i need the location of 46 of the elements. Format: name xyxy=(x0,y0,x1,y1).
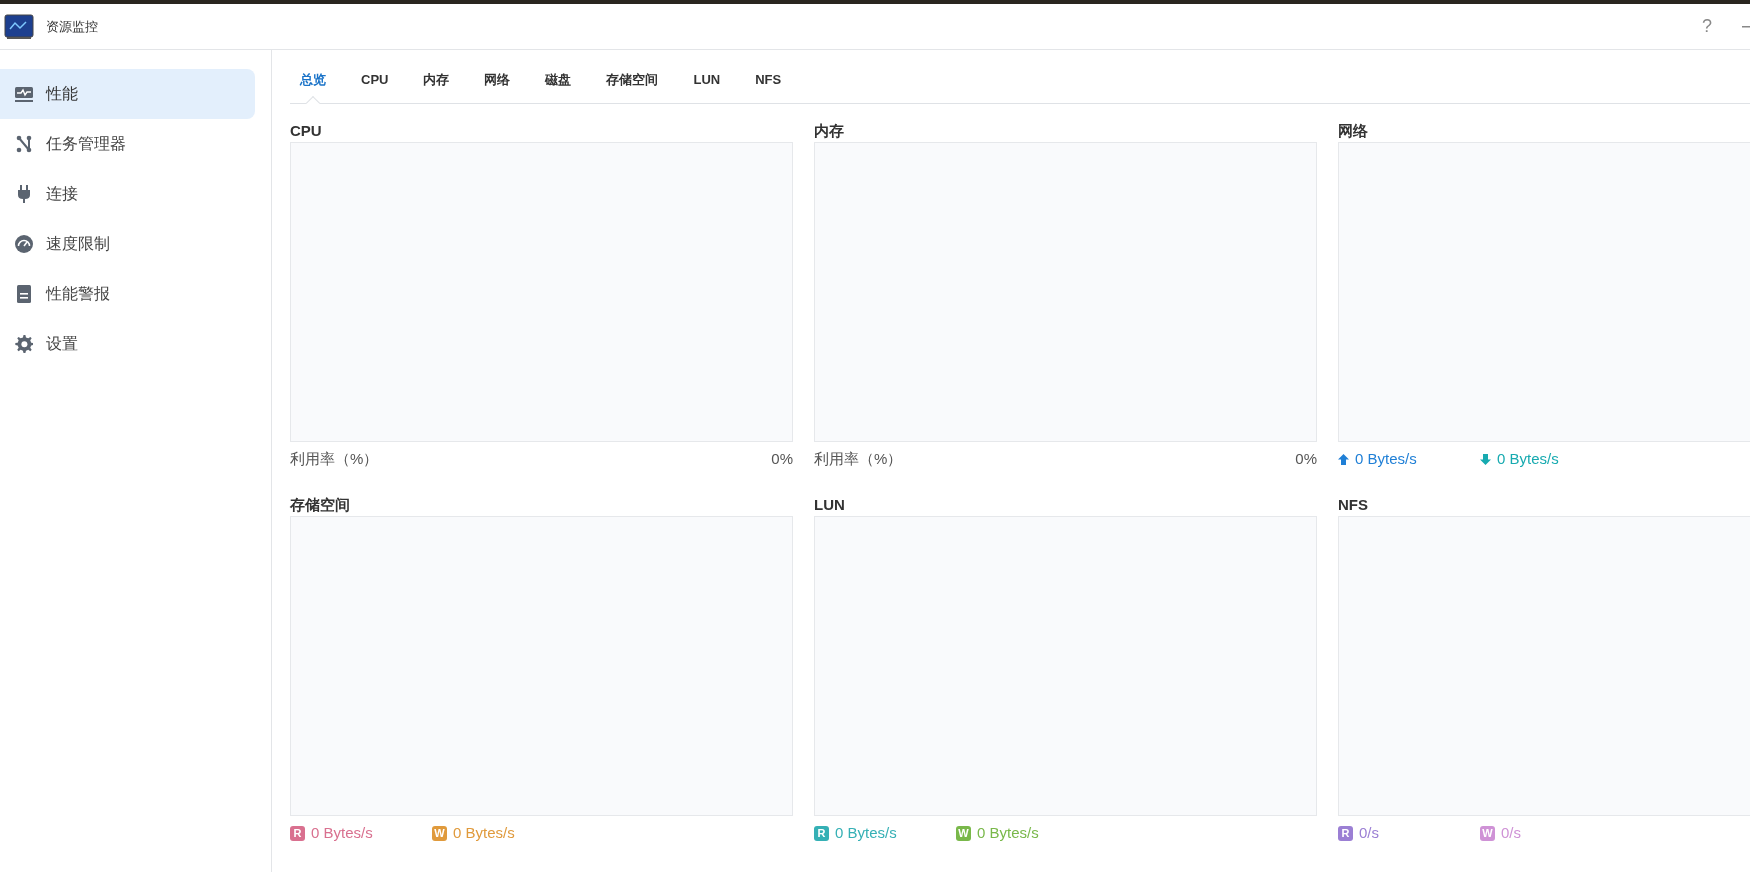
tab[interactable]: NFS xyxy=(745,69,792,103)
usage-label: 利用率（%） xyxy=(290,449,379,469)
rate-value: 0 Bytes/s xyxy=(977,823,1039,843)
settings-icon xyxy=(14,334,34,354)
tab[interactable]: LUN xyxy=(683,69,731,103)
sidebar-item[interactable]: 性能警报 xyxy=(0,269,255,319)
document-icon xyxy=(14,284,34,304)
rate-value: 0 Bytes/s xyxy=(1355,449,1417,469)
sidebar-item[interactable]: 任务管理器 xyxy=(0,119,255,169)
rate-value: 0 Bytes/s xyxy=(1497,449,1559,469)
legend-badge: R xyxy=(814,825,829,841)
sidebar-item[interactable]: 连接 xyxy=(0,169,255,219)
panel-title: LUN xyxy=(814,495,845,515)
tab[interactable]: 网络 xyxy=(474,69,521,103)
pulse-monitor-icon xyxy=(14,84,34,104)
panel-title: 内存 xyxy=(814,121,844,141)
tab[interactable]: 内存 xyxy=(413,69,460,103)
window-title: 资源监控 xyxy=(46,17,98,36)
usage-label: 利用率（%） xyxy=(814,449,903,469)
legend-badge: W xyxy=(1480,825,1495,841)
rate-value: 0 Bytes/s xyxy=(835,823,897,843)
panel-title: 网络 xyxy=(1338,121,1368,141)
panel-title: CPU xyxy=(290,121,322,141)
tab[interactable]: 磁盘 xyxy=(535,69,582,103)
gauge-icon xyxy=(14,234,34,254)
panel-title: 存储空间 xyxy=(290,495,350,515)
legend-badge: W xyxy=(432,825,447,841)
usage-value: 0% xyxy=(1295,449,1317,469)
legend-badge: R xyxy=(1338,825,1353,841)
tab[interactable]: CPU xyxy=(351,69,399,103)
usage-value: 0% xyxy=(771,449,793,469)
sidebar-item[interactable]: 性能 xyxy=(0,69,255,119)
sidebar-item[interactable]: 速度限制 xyxy=(0,219,255,269)
rate-value: 0 Bytes/s xyxy=(311,823,373,843)
tab[interactable]: 总览 xyxy=(290,69,336,103)
panel-title: NFS xyxy=(1338,495,1368,515)
tab[interactable]: 存储空间 xyxy=(596,69,669,103)
connected-nodes-icon xyxy=(14,134,34,154)
rate-value: 0/s xyxy=(1359,823,1379,843)
sidebar-item[interactable]: 设置 xyxy=(0,319,255,369)
app-icon xyxy=(4,13,34,40)
rate-value: 0 Bytes/s xyxy=(453,823,515,843)
rate-value: 0/s xyxy=(1501,823,1521,843)
legend-badge: W xyxy=(956,825,971,841)
help-button[interactable]: ? xyxy=(1702,13,1712,40)
legend-badge: R xyxy=(290,825,305,841)
